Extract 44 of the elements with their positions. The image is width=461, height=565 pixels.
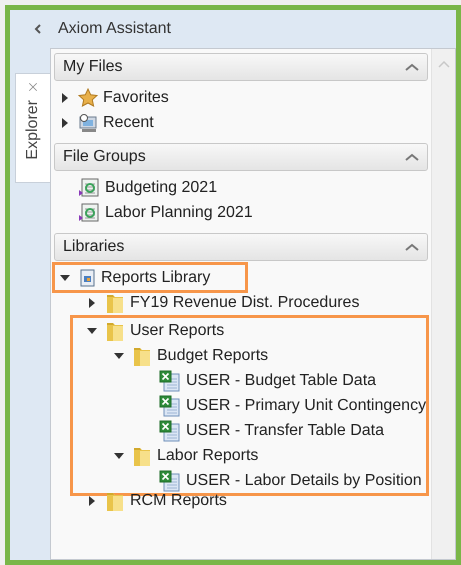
star-icon	[78, 88, 98, 108]
tree-item-label[interactable]: USER - Transfer Table Data	[186, 418, 384, 442]
section-title: My Files	[63, 57, 123, 77]
scrollbar[interactable]	[431, 49, 455, 559]
collapse-arrow-icon[interactable]	[87, 328, 97, 334]
collapse-chevron-icon[interactable]	[405, 243, 419, 251]
window-title: Axiom Assistant	[58, 19, 171, 39]
expand-arrow-icon[interactable]	[89, 298, 95, 308]
tab-label: Explorer	[23, 100, 42, 160]
tree-item-label[interactable]: Budgeting 2021	[105, 176, 218, 200]
section-title: File Groups	[63, 147, 146, 167]
tree-item-label[interactable]: USER - Primary Unit Contingency	[186, 394, 426, 418]
spreadsheet-icon	[159, 370, 181, 392]
expand-arrow-icon[interactable]	[89, 496, 95, 506]
section-header[interactable]: My Files	[54, 53, 428, 81]
close-icon[interactable]	[26, 80, 40, 94]
collapse-chevron-icon[interactable]	[405, 153, 419, 161]
explorer-tab[interactable]: Explorer	[15, 73, 50, 183]
clock-computer-icon	[78, 112, 98, 132]
file-group-icon	[78, 202, 100, 222]
spreadsheet-icon	[159, 470, 181, 492]
section-header[interactable]: File Groups	[54, 143, 428, 171]
collapse-arrow-icon[interactable]	[60, 274, 70, 280]
tree-item-label[interactable]: Labor Planning 2021	[105, 200, 253, 224]
expand-arrow-icon[interactable]	[62, 118, 68, 128]
spreadsheet-icon	[159, 394, 181, 416]
section-header[interactable]: Libraries	[54, 233, 428, 261]
tree-item-label[interactable]: Recent	[103, 110, 154, 134]
spreadsheet-icon	[159, 420, 181, 442]
tree-item-label[interactable]: FY19 Revenue Dist. Procedures	[130, 290, 360, 314]
tree-item-label[interactable]: Favorites	[103, 86, 169, 110]
collapse-chevron-icon[interactable]	[34, 24, 42, 34]
tree-item-label[interactable]: Reports Library	[101, 266, 210, 290]
collapse-chevron-icon[interactable]	[405, 63, 419, 71]
tree-item-label[interactable]: USER - Budget Table Data	[186, 368, 376, 392]
tree-item-label[interactable]: User Reports	[130, 318, 224, 342]
section-title: Libraries	[63, 237, 124, 257]
library-icon	[78, 268, 96, 286]
tree-item-label[interactable]: Labor Reports	[157, 444, 258, 468]
collapse-arrow-icon[interactable]	[114, 452, 124, 458]
tree-item-label[interactable]: Budget Reports	[157, 344, 268, 368]
expand-arrow-icon[interactable]	[62, 92, 68, 102]
file-group-icon	[78, 178, 100, 198]
collapse-arrow-icon[interactable]	[114, 352, 124, 358]
